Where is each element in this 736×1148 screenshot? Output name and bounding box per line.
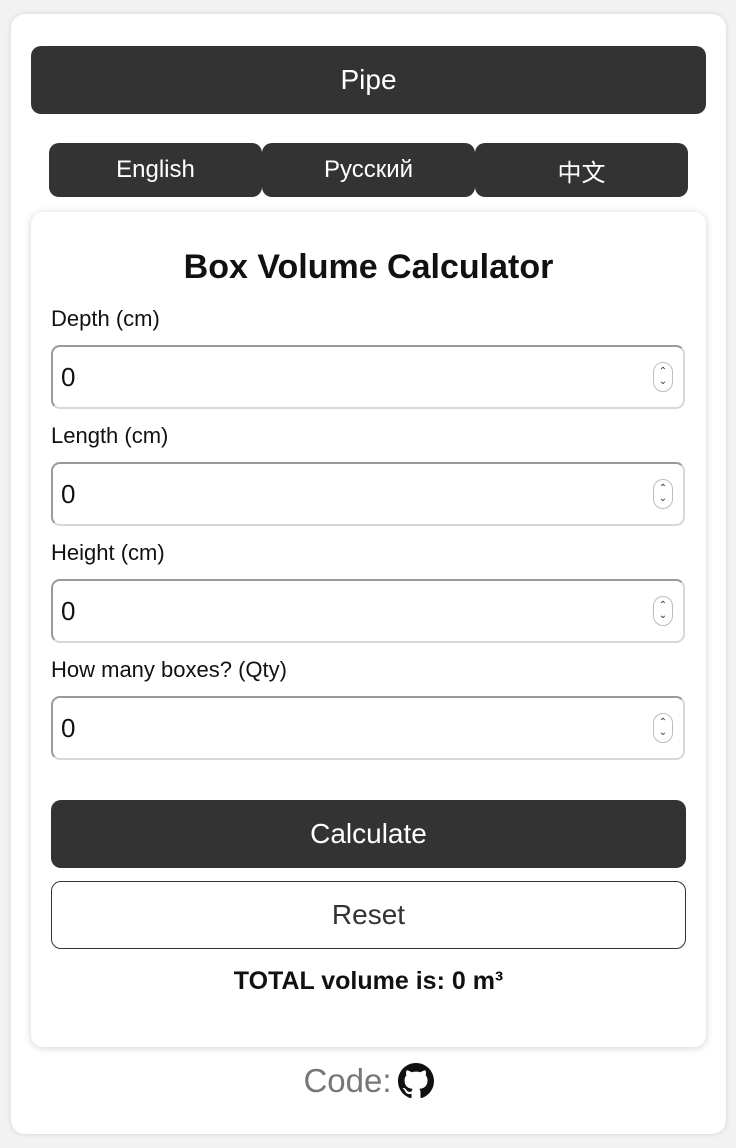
language-english-button[interactable]: English (49, 143, 262, 197)
length-stepper[interactable]: ⌃ ⌄ (653, 479, 673, 509)
height-input[interactable]: 0 ⌃ ⌄ (51, 579, 685, 643)
height-label: Height (cm) (51, 540, 165, 565)
total-volume-text: TOTAL volume is: 0 m³ (233, 967, 504, 995)
length-value: 0 (61, 479, 76, 509)
depth-input[interactable]: 0 ⌃ ⌄ (51, 345, 685, 409)
github-icon[interactable] (397, 1063, 434, 1099)
reset-button[interactable]: Reset (51, 881, 686, 949)
calculator-title: Box Volume Calculator (183, 248, 554, 286)
code-label: Code: (303, 1062, 392, 1099)
quantity-label: How many boxes? (Qty) (51, 657, 287, 682)
language-chinese-button[interactable]: 中文 (475, 143, 688, 197)
pipe-button[interactable]: Pipe (31, 46, 706, 114)
language-selector: English Русский 中文 (49, 143, 689, 197)
footer-code: Code: (11, 1062, 726, 1100)
chevron-down-icon[interactable]: ⌄ (659, 377, 667, 387)
quantity-stepper[interactable]: ⌃ ⌄ (653, 713, 673, 743)
quantity-value: 0 (61, 713, 76, 743)
height-value: 0 (61, 596, 76, 626)
depth-stepper[interactable]: ⌃ ⌄ (653, 362, 673, 392)
chevron-down-icon[interactable]: ⌄ (659, 611, 667, 621)
language-russian-button[interactable]: Русский (262, 143, 475, 197)
depth-label: Depth (cm) (51, 306, 160, 331)
calculator-card: Box Volume Calculator Depth (cm) 0 ⌃ ⌄ L… (31, 212, 706, 1047)
depth-value: 0 (61, 362, 76, 392)
quantity-input[interactable]: 0 ⌃ ⌄ (51, 696, 685, 760)
app-container: Pipe English Русский 中文 Box Volume Calcu… (11, 14, 726, 1134)
height-stepper[interactable]: ⌃ ⌄ (653, 596, 673, 626)
length-input[interactable]: 0 ⌃ ⌄ (51, 462, 685, 526)
calculate-button[interactable]: Calculate (51, 800, 686, 868)
chevron-down-icon[interactable]: ⌄ (659, 728, 667, 738)
length-label: Length (cm) (51, 423, 169, 448)
chevron-down-icon[interactable]: ⌄ (659, 494, 667, 504)
